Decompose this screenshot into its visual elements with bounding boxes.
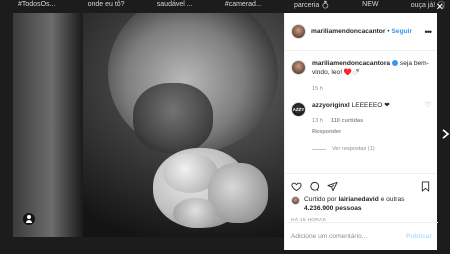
next-arrow-icon[interactable] <box>441 126 450 139</box>
reply-button[interactable]: Responder <box>312 128 341 137</box>
comments-section: mariliamendoncacantora seja bem-vindo, l… <box>285 51 437 173</box>
liker-username[interactable]: lairianedavid <box>338 196 378 203</box>
post-side-panel: mariliamendoncacantor • Seguir ••• maril… <box>284 13 438 250</box>
caption-time: 15 h <box>312 86 323 92</box>
likes-middle: e outras <box>378 196 405 203</box>
caption-body: mariliamendoncacantora seja bem-vindo, l… <box>312 59 431 94</box>
user-tag-icon[interactable] <box>23 213 35 225</box>
likes-summary: Curtido por lairianedavid e outras 4.236… <box>285 195 437 213</box>
share-icon[interactable] <box>327 179 338 192</box>
publish-button[interactable]: Publicar <box>406 233 432 240</box>
comment-icon[interactable] <box>309 179 320 191</box>
close-icon[interactable]: ✕ <box>436 2 444 13</box>
comment-text: LEEEEEO ❤ <box>349 102 390 109</box>
view-replies-label: Ver respostas (1) <box>332 146 375 152</box>
photo-bootie <box>173 198 218 228</box>
post-header: mariliamendoncacantor • Seguir ••• <box>285 13 437 51</box>
author-username[interactable]: mariliamendoncacantor <box>311 28 385 35</box>
highlights-strip: #TodosOs... onde eu tô? saudável ... #ca… <box>0 0 450 14</box>
likes-text: Curtido por lairianedavid e outras 4.236… <box>304 195 431 213</box>
comment-author[interactable]: azzyoriginxl <box>312 102 350 109</box>
post-photo[interactable] <box>13 13 284 237</box>
heart-icon[interactable] <box>291 179 302 192</box>
caption: mariliamendoncacantora seja bem-vindo, l… <box>291 59 431 94</box>
comment-heart-icon[interactable]: ♡ <box>425 101 431 154</box>
likes-prefix: Curtido por <box>304 196 339 203</box>
separator-dot: • <box>387 28 390 35</box>
comment-meta: 13 h 110 curtidas <box>312 117 390 126</box>
comment: AZZY azzyoriginxl LEEEEEO ❤ 13 h 110 cur… <box>291 101 431 154</box>
more-options-icon[interactable]: ••• <box>425 27 433 37</box>
photo-hair <box>13 13 83 237</box>
comment-input[interactable] <box>291 233 391 240</box>
photo-beard <box>133 83 213 153</box>
bookmark-icon[interactable] <box>420 179 431 192</box>
replies-line <box>312 149 326 150</box>
likes-count[interactable]: 4.236.900 pessoas <box>304 205 362 212</box>
liker-avatar[interactable] <box>291 196 300 205</box>
caption-avatar[interactable] <box>291 60 306 75</box>
comment-likes[interactable]: 110 curtidas <box>331 117 363 126</box>
caption-author[interactable]: mariliamendoncacantora <box>312 60 390 67</box>
follow-button[interactable]: Seguir <box>392 28 413 35</box>
comment-avatar[interactable]: AZZY <box>291 102 306 117</box>
comment-time: 13 h <box>312 118 323 124</box>
comment-body: azzyoriginxl LEEEEEO ❤ 13 h 110 curtidas… <box>312 101 390 154</box>
author-avatar[interactable] <box>291 24 306 39</box>
add-comment-bar: Publicar <box>285 222 438 250</box>
comment-actions: Responder <box>312 128 390 137</box>
view-replies[interactable]: Ver respostas (1) <box>312 145 390 154</box>
action-bar <box>285 173 437 195</box>
